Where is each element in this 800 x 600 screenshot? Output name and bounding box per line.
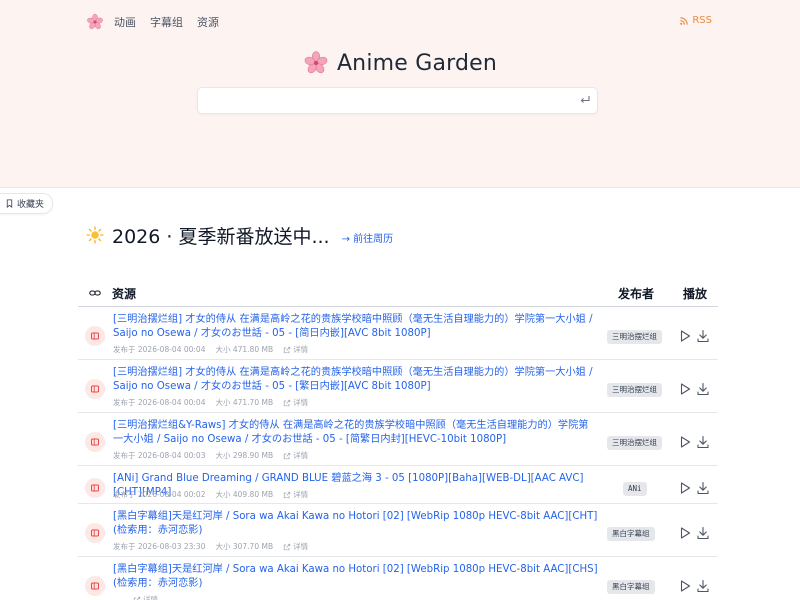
enter-icon[interactable] [579, 94, 591, 106]
detail-link[interactable]: 详情 [133, 594, 158, 600]
download-icon[interactable] [696, 382, 710, 396]
play-icon[interactable] [678, 435, 692, 449]
resource-title[interactable]: [三明治摆烂组&Y-Raws] 才女的侍从 在满是高岭之花的贵族学校暗中照顾（毫… [113, 419, 598, 447]
detail-link[interactable]: 详情 [283, 450, 308, 461]
table-row: [黑白字幕组]天是红河岸 / Sora wa Akai Kawa no Hoto… [78, 504, 718, 557]
download-icon[interactable] [696, 481, 710, 495]
weekly-calendar-link[interactable]: → 前往周历 [342, 230, 394, 245]
detail-label: 详情 [143, 595, 158, 600]
file-size: 大小 409.80 MB [215, 490, 274, 499]
table-row: [黑白字幕组]天是红河岸 / Sora wa Akai Kawa no Hoto… [78, 557, 718, 600]
nav-resources[interactable]: 资源 [197, 14, 219, 30]
hero-header: 动画 字幕组 资源 RSS Anime Garden [0, 0, 800, 188]
season-heading: 2026 · 夏季新番放送中... → 前往周历 [86, 223, 394, 248]
video-type-icon [85, 523, 105, 543]
download-icon[interactable] [696, 435, 710, 449]
bookmark-tab[interactable]: 收藏夹 [0, 193, 54, 214]
table-header: 资源 发布者 播放 [78, 280, 718, 307]
nav-fansub[interactable]: 字幕组 [150, 14, 183, 30]
publish-time: 发布于 2026-08-04 00:04 [113, 345, 206, 354]
detail-link[interactable]: 详情 [283, 489, 308, 500]
video-type-icon [85, 326, 105, 346]
download-icon[interactable] [696, 329, 710, 343]
file-size: 大小 471.70 MB [215, 398, 274, 407]
publish-time: 发布于 2026-08-03 23:30 [113, 542, 206, 551]
detail-label: 详情 [293, 490, 309, 499]
resource-title[interactable]: [黑白字幕组]天是红河岸 / Sora wa Akai Kawa no Hoto… [113, 510, 598, 538]
play-icon[interactable] [678, 526, 692, 540]
external-link-icon [283, 399, 291, 406]
publish-time: 发布于 2026-08-04 00:02 [113, 490, 206, 499]
link-icon [89, 290, 101, 296]
resource-meta: 详情 [113, 594, 158, 600]
play-icon[interactable] [678, 382, 692, 396]
publisher-badge[interactable]: 三明治摆烂组 [607, 383, 662, 397]
bookmark-label: 收藏夹 [17, 200, 45, 210]
resource-table: 资源 发布者 播放 [三明治摆烂组] 才女的侍从 在满是高岭之花的贵族学校暗中照… [78, 280, 718, 600]
resource-title[interactable]: [三明治摆烂组] 才女的侍从 在满是高岭之花的贵族学校暗中照顾（毫无生活自理能力… [113, 313, 598, 341]
table-row: [三明治摆烂组] 才女的侍从 在满是高岭之花的贵族学校暗中照顾（毫无生活自理能力… [78, 360, 718, 413]
file-size: 大小 471.80 MB [215, 345, 274, 354]
sakura-logo-icon[interactable] [86, 13, 104, 31]
publisher-badge[interactable]: 三明治摆烂组 [607, 436, 662, 450]
publish-time: 发布于 2026-08-04 00:04 [113, 398, 206, 407]
play-icon[interactable] [678, 579, 692, 593]
file-size: 大小 307.70 MB [215, 542, 274, 551]
download-icon[interactable] [696, 579, 710, 593]
header-play: 播放 [683, 287, 708, 301]
top-nav: 动画 字幕组 资源 [86, 12, 233, 32]
detail-link[interactable]: 详情 [283, 344, 308, 355]
publisher-badge[interactable]: ANi [623, 482, 647, 496]
file-size: 大小 298.90 MB [215, 451, 274, 460]
resource-meta: 发布于 2026-08-03 23:30 大小 307.70 MB 详情 [113, 541, 308, 552]
detail-link[interactable]: 详情 [283, 541, 308, 552]
nav-anime[interactable]: 动画 [114, 14, 136, 30]
resource-title[interactable]: [三明治摆烂组] 才女的侍从 在满是高岭之花的贵族学校暗中照顾（毫无生活自理能力… [113, 366, 598, 394]
table-body: [三明治摆烂组] 才女的侍从 在满是高岭之花的贵族学校暗中照顾（毫无生活自理能力… [78, 307, 718, 600]
rss-link[interactable]: RSS [680, 15, 712, 26]
resource-meta: 发布于 2026-08-04 00:04 大小 471.70 MB 详情 [113, 397, 308, 408]
sun-icon [86, 226, 104, 244]
publisher-badge[interactable]: 三明治摆烂组 [607, 330, 662, 344]
external-link-icon [283, 491, 291, 498]
detail-label: 详情 [293, 398, 309, 407]
video-type-icon [85, 576, 105, 596]
search-input[interactable] [198, 88, 597, 113]
table-row: [ANi] Grand Blue Dreaming / GRAND BLUE 碧… [78, 466, 718, 504]
table-row: [三明治摆烂组] 才女的侍从 在满是高岭之花的贵族学校暗中照顾（毫无生活自理能力… [78, 307, 718, 360]
detail-label: 详情 [293, 451, 309, 460]
bookmark-icon [6, 199, 13, 208]
external-link-icon [283, 452, 291, 459]
resource-meta: 发布于 2026-08-04 00:02 大小 409.80 MB 详情 [113, 489, 308, 500]
resource-title[interactable]: [黑白字幕组]天是红河岸 / Sora wa Akai Kawa no Hoto… [113, 563, 598, 591]
publisher-badge[interactable]: 黑白字幕组 [607, 527, 655, 541]
external-link-icon [133, 596, 141, 600]
season-title: 2026 · 夏季新番放送中... [112, 225, 330, 248]
brand-title: Anime Garden [336, 50, 498, 76]
video-type-icon [85, 379, 105, 399]
table-row: [三明治摆烂组&Y-Raws] 才女的侍从 在满是高岭之花的贵族学校暗中照顾（毫… [78, 413, 718, 466]
detail-label: 详情 [293, 345, 309, 354]
rss-label: RSS [692, 15, 712, 26]
publisher-badge[interactable]: 黑白字幕组 [607, 580, 655, 594]
rss-icon [680, 16, 689, 25]
external-link-icon [283, 346, 291, 353]
detail-link[interactable]: 详情 [283, 397, 308, 408]
brand: Anime Garden [0, 48, 800, 78]
search-box[interactable] [197, 87, 598, 114]
header-publisher: 发布者 [618, 287, 655, 301]
resource-meta: 发布于 2026-08-04 00:03 大小 298.90 MB 详情 [113, 450, 308, 461]
play-icon[interactable] [678, 329, 692, 343]
header-resource: 资源 [112, 287, 137, 301]
play-icon[interactable] [678, 481, 692, 495]
download-icon[interactable] [696, 526, 710, 540]
publish-time: 发布于 2026-08-04 00:03 [113, 451, 206, 460]
resource-meta: 发布于 2026-08-04 00:04 大小 471.80 MB 详情 [113, 344, 308, 355]
external-link-icon [283, 543, 291, 550]
detail-label: 详情 [293, 542, 309, 551]
sakura-icon [304, 51, 328, 74]
video-type-icon [85, 478, 105, 498]
video-type-icon [85, 432, 105, 452]
